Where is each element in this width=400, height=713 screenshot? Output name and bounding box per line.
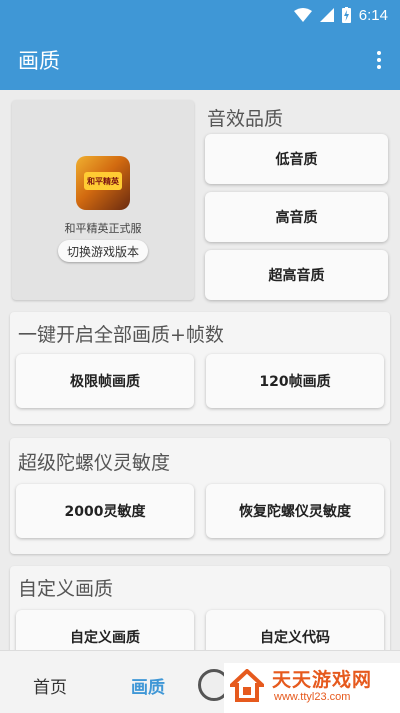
gyro-2000-button[interactable]: 2000灵敏度 xyxy=(16,484,194,538)
wifi-icon xyxy=(293,8,312,22)
watermark-logo-icon xyxy=(230,669,264,702)
game-app-icon: 和平精英 xyxy=(76,156,130,210)
watermark-url: www.ttyl23.com xyxy=(274,691,351,703)
custom-card: 自定义画质 自定义画质 自定义代码 xyxy=(10,566,390,650)
gyro-card: 超级陀螺仪灵敏度 2000灵敏度 恢复陀螺仪灵敏度 xyxy=(10,438,390,554)
custom-quality-button[interactable]: 自定义画质 xyxy=(16,610,194,650)
nav-home-tab[interactable]: 首页 xyxy=(33,673,67,698)
nav-quality-tab[interactable]: 画质 xyxy=(131,673,165,698)
game-card: 和平精英 和平精英正式服 切换游戏版本 xyxy=(12,100,194,300)
extreme-frame-button[interactable]: 极限帧画质 xyxy=(16,354,194,408)
low-audio-button[interactable]: 低音质 xyxy=(205,134,388,184)
sound-quality-title: 音效品质 xyxy=(207,108,284,130)
gyro-reset-button[interactable]: 恢复陀螺仪灵敏度 xyxy=(206,484,384,538)
120fps-button[interactable]: 120帧画质 xyxy=(206,354,384,408)
main-content[interactable]: 和平精英 和平精英正式服 切换游戏版本 音效品质 低音质 高音质 超高音质 一键… xyxy=(0,90,400,650)
high-audio-button[interactable]: 高音质 xyxy=(205,192,388,242)
game-logo: 和平精英 xyxy=(84,172,122,190)
battery-charging-icon xyxy=(341,7,351,23)
switch-game-version-button[interactable]: 切换游戏版本 xyxy=(58,240,148,262)
gyro-title: 超级陀螺仪灵敏度 xyxy=(18,452,171,474)
bottom-navigation: 首页 画质 天天游戏网 www.ttyl23.com xyxy=(0,650,400,713)
more-options-icon[interactable] xyxy=(376,48,382,72)
watermark: 天天游戏网 www.ttyl23.com xyxy=(224,663,400,713)
custom-title: 自定义画质 xyxy=(18,578,114,600)
onekey-title: 一键开启全部画质+帧数 xyxy=(18,324,224,346)
app-bar: 画质 xyxy=(0,30,400,90)
onekey-card: 一键开启全部画质+帧数 极限帧画质 120帧画质 xyxy=(10,312,390,424)
status-bar: 6:14 xyxy=(0,0,400,30)
watermark-title: 天天游戏网 xyxy=(272,669,373,691)
game-name: 和平精英正式服 xyxy=(64,222,142,235)
clock: 6:14 xyxy=(358,6,388,24)
signal-icon xyxy=(319,8,334,22)
custom-code-button[interactable]: 自定义代码 xyxy=(206,610,384,650)
page-title: 画质 xyxy=(18,49,60,73)
ultra-audio-button[interactable]: 超高音质 xyxy=(205,250,388,300)
